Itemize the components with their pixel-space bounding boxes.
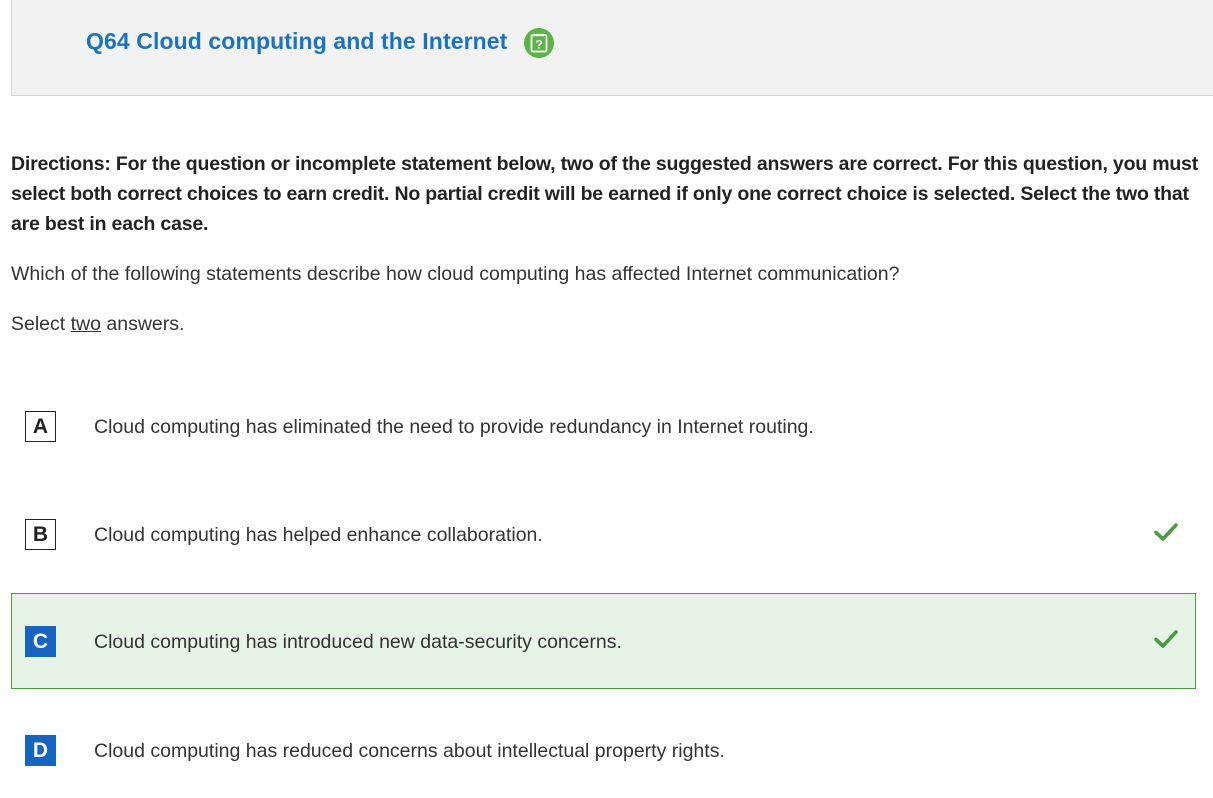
directions-text: Directions: For the question or incomple… xyxy=(11,153,1198,235)
select-instruction-count: two xyxy=(70,313,101,335)
correct-check-icon xyxy=(1154,523,1178,541)
select-instruction: Select two answers. xyxy=(11,309,184,339)
choice-text-d[interactable]: Cloud computing has reduced concerns abo… xyxy=(94,736,725,766)
choice-letter-b[interactable]: B xyxy=(25,519,56,550)
choice-text-b[interactable]: Cloud computing has helped enhance colla… xyxy=(94,520,543,550)
correct-check-icon xyxy=(1154,630,1178,648)
question-mark-icon[interactable]: ? xyxy=(524,28,554,58)
answer-choice-b[interactable]: B Cloud computing has helped enhance col… xyxy=(11,486,1196,582)
choice-text-a[interactable]: Cloud computing has eliminated the need … xyxy=(94,412,814,442)
answer-choice-c[interactable]: C Cloud computing has introduced new dat… xyxy=(11,593,1196,689)
choice-text-c[interactable]: Cloud computing has introduced new data-… xyxy=(94,627,622,657)
answer-choice-a[interactable]: A Cloud computing has eliminated the nee… xyxy=(11,378,1196,474)
question-prompt: Which of the following statements descri… xyxy=(11,263,900,285)
choice-letter-d[interactable]: D xyxy=(25,735,56,766)
select-instruction-before: Select xyxy=(11,313,71,335)
question-title: Q64 Cloud computing and the Internet xyxy=(86,28,508,54)
choice-letter-a[interactable]: A xyxy=(25,411,56,442)
choice-letter-c[interactable]: C xyxy=(25,626,56,657)
select-instruction-after: answers. xyxy=(100,313,185,335)
question-mark-icon-glyph: ? xyxy=(530,33,548,53)
svg-text:?: ? xyxy=(535,38,542,52)
question-header: Q64 Cloud computing and the Internet ? xyxy=(11,0,1213,96)
